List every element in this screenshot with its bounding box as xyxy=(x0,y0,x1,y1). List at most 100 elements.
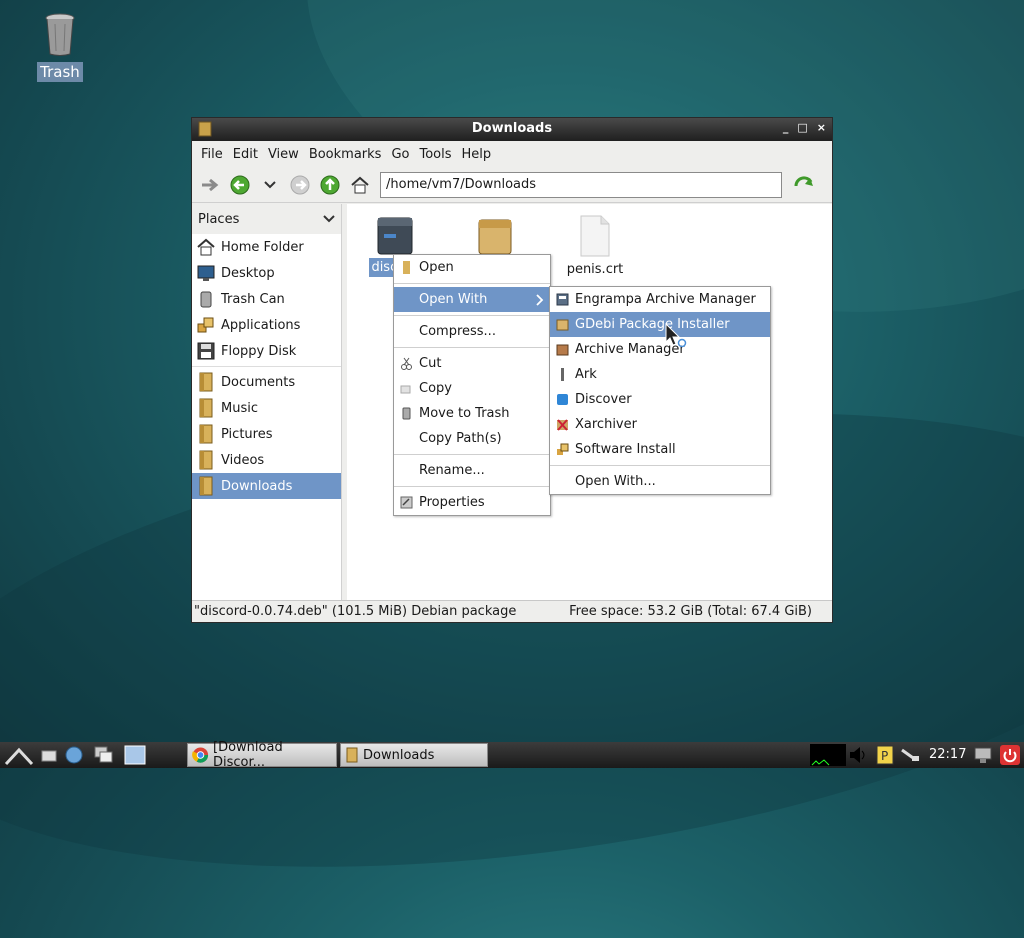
menu-separator xyxy=(394,486,550,487)
menu-item-open[interactable]: Open xyxy=(394,255,550,280)
window-switch-icon[interactable] xyxy=(94,746,114,764)
menu-item-label: Discover xyxy=(575,392,632,407)
menu-item-label: Open With... xyxy=(575,474,656,489)
menu-item-copy-path[interactable]: Copy Path(s) xyxy=(394,426,550,451)
sidebar-item-trash-can[interactable]: Trash Can xyxy=(192,286,341,312)
places-header[interactable]: Places xyxy=(192,204,341,234)
menu-item-label: GDebi Package Installer xyxy=(575,317,730,332)
ark-icon xyxy=(561,368,564,381)
menu-separator xyxy=(394,283,550,284)
desktop-trash[interactable]: Trash xyxy=(36,12,84,82)
back-button[interactable] xyxy=(228,173,252,197)
menu-item-move-to-trash[interactable]: Move to Trash xyxy=(394,401,550,426)
menu-item-label: Copy xyxy=(419,381,452,396)
task-label: [Download Discor... xyxy=(213,740,283,770)
chevron-right-icon xyxy=(536,294,544,306)
sidebar-item-desktop[interactable]: Desktop xyxy=(192,260,341,286)
menu-edit[interactable]: Edit xyxy=(228,147,263,162)
path-input[interactable]: /home/vm7/Downloads xyxy=(380,171,782,198)
sidebar-item-label: Desktop xyxy=(221,265,275,281)
context-menu: Open Open With Compress... Cut Copy Move… xyxy=(393,254,551,516)
menu-item-open-with[interactable]: Open With xyxy=(394,287,550,312)
home-icon xyxy=(351,176,369,193)
app-engrampa[interactable]: Engrampa Archive Manager xyxy=(550,287,770,312)
sidebar-item-label: Videos xyxy=(221,452,265,468)
forward-arrow-icon xyxy=(290,175,310,194)
task-browser[interactable]: [Download Discor... xyxy=(187,740,337,770)
menu-item-rename[interactable]: Rename... xyxy=(394,458,550,483)
sidebar-item-label: Home Folder xyxy=(221,239,304,255)
go-button[interactable] xyxy=(792,173,816,197)
menu-item-properties[interactable]: Properties xyxy=(394,490,550,515)
browser-launcher-icon[interactable] xyxy=(64,745,84,765)
power-icon[interactable] xyxy=(1000,745,1020,765)
menu-view[interactable]: View xyxy=(263,147,304,162)
up-button[interactable] xyxy=(318,173,342,197)
menu-file[interactable]: File xyxy=(196,147,228,162)
task-downloads[interactable]: Downloads xyxy=(340,743,488,767)
forward-history-button[interactable] xyxy=(198,173,222,197)
home-button[interactable] xyxy=(348,173,372,197)
taskbar: [Download Discor... Downloads P 22:17 xyxy=(0,740,1024,770)
applications-icon xyxy=(197,317,214,333)
sidebar-item-videos[interactable]: Videos xyxy=(192,447,341,473)
menu-item-label: Compress... xyxy=(419,324,496,339)
workspace-icon[interactable] xyxy=(124,745,146,765)
sidebar-item-floppy-disk[interactable]: Floppy Disk xyxy=(192,338,341,364)
maximize-button[interactable]: □ xyxy=(797,121,807,134)
sidebar-item-home-folder[interactable]: Home Folder xyxy=(192,234,341,260)
discover-icon xyxy=(557,394,568,405)
status-selection-info: "discord-0.0.74.deb" (101.5 MiB) Debian … xyxy=(194,604,517,619)
app-xarchiver[interactable]: Xarchiver xyxy=(550,412,770,437)
app-discover[interactable]: Discover xyxy=(550,387,770,412)
menu-item-label: Engrampa Archive Manager xyxy=(575,292,756,307)
sidebar-item-applications[interactable]: Applications xyxy=(192,312,341,338)
menu-item-label: Properties xyxy=(419,495,485,510)
minimize-button[interactable]: _ xyxy=(783,121,789,134)
sidebar-item-label: Applications xyxy=(221,317,301,333)
app-software-install[interactable]: Software Install xyxy=(550,437,770,462)
sidebar-item-documents[interactable]: Documents xyxy=(192,369,341,395)
deb-package-icon xyxy=(377,217,413,255)
menu-item-cut[interactable]: Cut xyxy=(394,351,550,376)
properties-icon xyxy=(400,496,413,509)
clock[interactable]: 22:17 xyxy=(929,747,966,762)
open-with-submenu: Engrampa Archive Manager GDebi Package I… xyxy=(549,286,771,495)
folder-icon xyxy=(199,476,213,496)
chevron-down-icon xyxy=(264,180,276,188)
menubar: File Edit View Bookmarks Go Tools Help xyxy=(192,141,832,167)
menu-tools[interactable]: Tools xyxy=(414,147,456,162)
app-archive-manager[interactable]: Archive Manager xyxy=(550,337,770,362)
menu-item-copy[interactable]: Copy xyxy=(394,376,550,401)
menu-help[interactable]: Help xyxy=(457,147,497,162)
menu-item-label: Cut xyxy=(419,356,442,371)
sidebar-item-pictures[interactable]: Pictures xyxy=(192,421,341,447)
sidebar-item-label: Trash Can xyxy=(221,291,285,307)
menu-bookmarks[interactable]: Bookmarks xyxy=(304,147,387,162)
app-gdebi[interactable]: GDebi Package Installer xyxy=(550,312,770,337)
menu-go[interactable]: Go xyxy=(386,147,414,162)
show-desktop-icon[interactable] xyxy=(40,746,58,764)
network-icon[interactable] xyxy=(900,746,920,764)
cpu-monitor-icon[interactable] xyxy=(810,743,846,767)
app-ark[interactable]: Ark xyxy=(550,362,770,387)
menu-item-open-with-other[interactable]: Open With... xyxy=(550,469,770,494)
menu-item-label: Ark xyxy=(575,367,597,382)
clipboard-p-icon[interactable]: P xyxy=(876,745,894,765)
menu-item-label: Copy Path(s) xyxy=(419,431,502,446)
sidebar-item-label: Pictures xyxy=(221,426,273,442)
close-button[interactable]: × xyxy=(817,121,826,134)
sidebar-item-music[interactable]: Music xyxy=(192,395,341,421)
sidebar-item-downloads[interactable]: Downloads xyxy=(192,473,341,499)
svg-text:P: P xyxy=(881,749,888,763)
file-item-penis-crt[interactable]: penis.crt xyxy=(555,214,635,277)
file-label: penis.crt xyxy=(566,262,624,277)
lock-screen-icon[interactable] xyxy=(973,745,993,765)
start-menu-icon[interactable] xyxy=(4,744,34,766)
volume-icon[interactable] xyxy=(848,746,870,764)
window-titlebar[interactable]: Downloads _ □ × xyxy=(192,118,832,141)
forward-button[interactable] xyxy=(288,173,312,197)
menu-item-compress[interactable]: Compress... xyxy=(394,319,550,344)
history-dropdown[interactable] xyxy=(258,173,282,197)
trash-icon xyxy=(45,13,75,56)
